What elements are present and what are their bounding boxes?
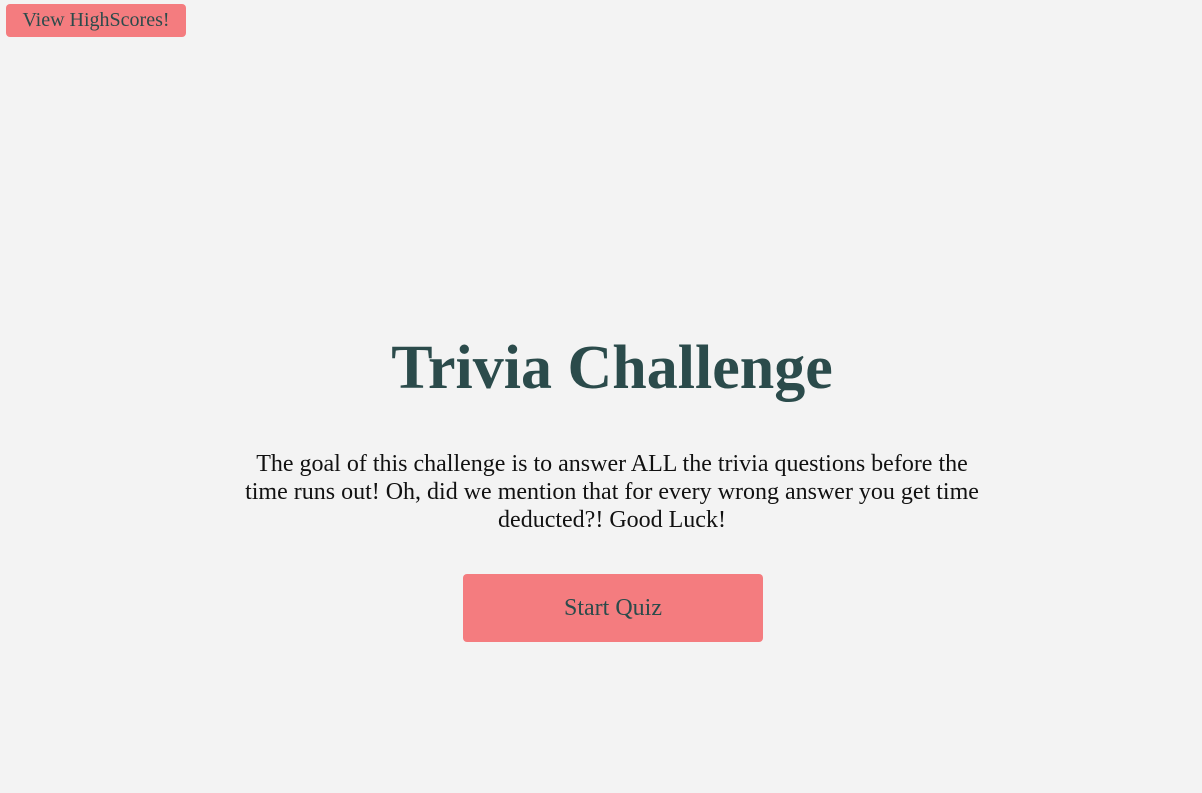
start-quiz-button[interactable]: Start Quiz xyxy=(463,574,763,642)
page-title: Trivia Challenge xyxy=(391,334,833,402)
start-screen: Trivia Challenge The goal of this challe… xyxy=(0,0,1202,793)
challenge-description: The goal of this challenge is to answer … xyxy=(245,451,979,533)
